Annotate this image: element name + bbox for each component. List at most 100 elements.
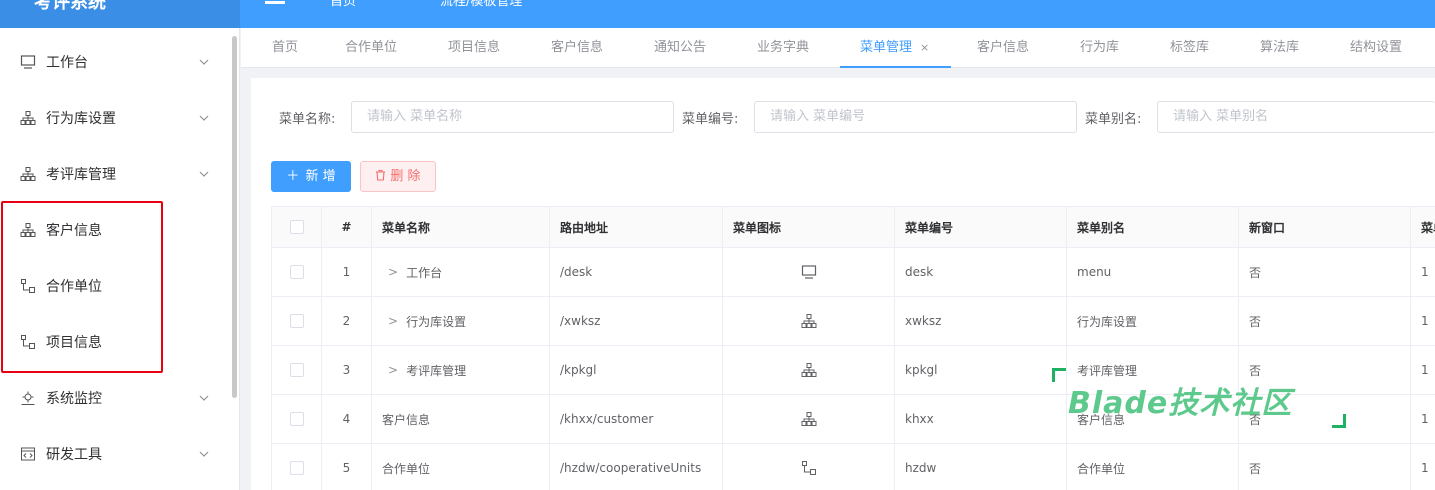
plus-icon: ＋	[286, 169, 300, 184]
column-header-new-window[interactable]: 新窗口	[1239, 207, 1411, 247]
app-title: 考评系统	[34, 0, 106, 13]
row-checkbox[interactable]	[289, 461, 304, 475]
column-header-name[interactable]: 菜单名称	[372, 207, 550, 247]
row-icon-cell	[723, 395, 895, 443]
row-new-window: 否	[1239, 297, 1411, 345]
menu-code-input[interactable]: 请输入 菜单编号	[754, 101, 1077, 133]
tree-icon	[801, 461, 816, 475]
expand-arrow-icon[interactable]: >	[388, 265, 398, 279]
column-header-icon[interactable]: 菜单图标	[723, 207, 895, 247]
expand-arrow-icon[interactable]: >	[388, 363, 398, 377]
row-checkbox[interactable]	[289, 265, 304, 279]
monitor-icon	[801, 265, 816, 279]
table-row[interactable]: 5 合作单位 /hzdw/cooperativeUnits hzdw 合作单位 …	[272, 444, 1435, 490]
row-code: khxx	[895, 395, 1067, 443]
code-icon	[21, 447, 35, 461]
row-name-cell: > 行为库设置	[372, 297, 550, 345]
expand-arrow-icon[interactable]: >	[388, 314, 398, 328]
tab-algorithm-lib[interactable]: 算法库	[1260, 28, 1299, 68]
top-home-link[interactable]: 首页	[330, 0, 356, 9]
menu-name-label: 菜单名称:	[279, 112, 336, 127]
tab-home[interactable]: 首页	[272, 28, 298, 68]
sidebar-item-workbench[interactable]: 工作台	[0, 34, 230, 90]
row-name-cell: > 考评库管理	[372, 346, 550, 394]
row-index: 3	[322, 346, 372, 394]
monitor-icon	[20, 55, 36, 69]
row-checkbox[interactable]	[289, 412, 304, 426]
app-logo: 考评系统	[0, 0, 240, 28]
row-path: /desk	[550, 248, 723, 296]
row-checkbox[interactable]	[289, 363, 304, 377]
column-header-code[interactable]: 菜单编号	[895, 207, 1067, 247]
row-name: 工作台	[406, 265, 443, 280]
select-all-cell	[272, 207, 322, 247]
watermark-corner	[1332, 414, 1346, 428]
sidebar-item-dev-tools[interactable]: 研发工具	[0, 426, 230, 482]
row-checkbox[interactable]	[289, 314, 304, 328]
tab-dictionary[interactable]: 业务字典	[757, 28, 809, 68]
row-sort: 1	[1411, 346, 1435, 394]
column-header-sort[interactable]: 菜单	[1411, 207, 1435, 247]
row-sort: 1	[1411, 248, 1435, 296]
sidebar-item-label: 研发工具	[46, 447, 102, 463]
menu-toggle-icon[interactable]	[265, 0, 285, 4]
row-index: 2	[322, 297, 372, 345]
row-name-cell: > 工作台	[372, 248, 550, 296]
sidebar-item-behavior-lib[interactable]: 行为库设置	[0, 90, 230, 146]
tab-customer-info-2[interactable]: 客户信息	[977, 28, 1029, 68]
row-select-cell	[272, 395, 322, 443]
row-index: 1	[322, 248, 372, 296]
row-alias: 行为库设置	[1067, 297, 1239, 345]
hierarchy-icon	[801, 314, 816, 328]
chevron-down-icon	[199, 451, 209, 457]
row-index: 5	[322, 444, 372, 490]
top-breadcrumb: 流程/模板管理	[440, 0, 523, 9]
table-row[interactable]: 1 > 工作台 /desk desk menu 否 1	[272, 248, 1435, 297]
annotation-highlight-box	[1, 201, 163, 373]
sidebar-item-eval-lib[interactable]: 考评库管理	[0, 146, 230, 202]
tab-customer-info[interactable]: 客户信息	[551, 28, 603, 68]
tab-partner-unit[interactable]: 合作单位	[345, 28, 397, 68]
menu-alias-input[interactable]: 请输入 菜单别名	[1157, 101, 1435, 133]
sidebar-scrollbar[interactable]	[232, 36, 237, 398]
row-name: 行为库设置	[406, 314, 467, 329]
column-header-alias[interactable]: 菜单别名	[1067, 207, 1239, 247]
watermark: Blade技术社区	[1052, 368, 1352, 430]
delete-button[interactable]: 删 除	[360, 161, 436, 192]
row-index: 4	[322, 395, 372, 443]
row-select-cell	[272, 297, 322, 345]
tab-structure-settings[interactable]: 结构设置	[1350, 28, 1402, 68]
row-select-cell	[272, 346, 322, 394]
row-name: 合作单位	[372, 444, 550, 490]
row-alias: menu	[1067, 248, 1239, 296]
chevron-down-icon	[199, 115, 209, 121]
trash-icon	[376, 169, 386, 181]
tab-behavior-lib[interactable]: 行为库	[1080, 28, 1119, 68]
row-code: xwksz	[895, 297, 1067, 345]
menu-table: # 菜单名称 路由地址 菜单图标 菜单编号 菜单别名 新窗口 菜单 1 > 工作台…	[271, 206, 1435, 490]
menu-name-input[interactable]: 请输入 菜单名称	[351, 101, 674, 133]
tab-menu-management[interactable]: 菜单管理 ×	[860, 28, 929, 68]
tab-project-info[interactable]: 项目信息	[448, 28, 500, 68]
watermark-text: Blade技术社区	[1068, 386, 1293, 421]
row-name: 客户信息	[372, 395, 550, 443]
sidebar-item-label: 工作台	[46, 55, 88, 71]
top-header: 考评系统 首页 流程/模板管理	[0, 0, 1435, 28]
sidebar-item-label: 系统监控	[46, 391, 102, 407]
close-icon[interactable]: ×	[920, 41, 929, 54]
sidebar-item-system-monitor[interactable]: 系统监控	[0, 370, 230, 426]
row-code: hzdw	[895, 444, 1067, 490]
select-all-checkbox[interactable]	[289, 220, 304, 234]
add-button[interactable]: ＋ 新 增	[271, 161, 351, 192]
tab-tag-lib[interactable]: 标签库	[1170, 28, 1209, 68]
monitor-gear-icon	[21, 391, 35, 405]
column-header-path[interactable]: 路由地址	[550, 207, 723, 247]
row-icon-cell	[723, 248, 895, 296]
active-tab-indicator	[840, 66, 951, 68]
row-name: 考评库管理	[406, 363, 467, 378]
sidebar-item-label: 行为库设置	[46, 111, 116, 127]
row-sort: 1	[1411, 395, 1435, 443]
row-path: /kpkgl	[550, 346, 723, 394]
tab-notice[interactable]: 通知公告	[654, 28, 706, 68]
table-row[interactable]: 2 > 行为库设置 /xwksz xwksz 行为库设置 否 1	[272, 297, 1435, 346]
